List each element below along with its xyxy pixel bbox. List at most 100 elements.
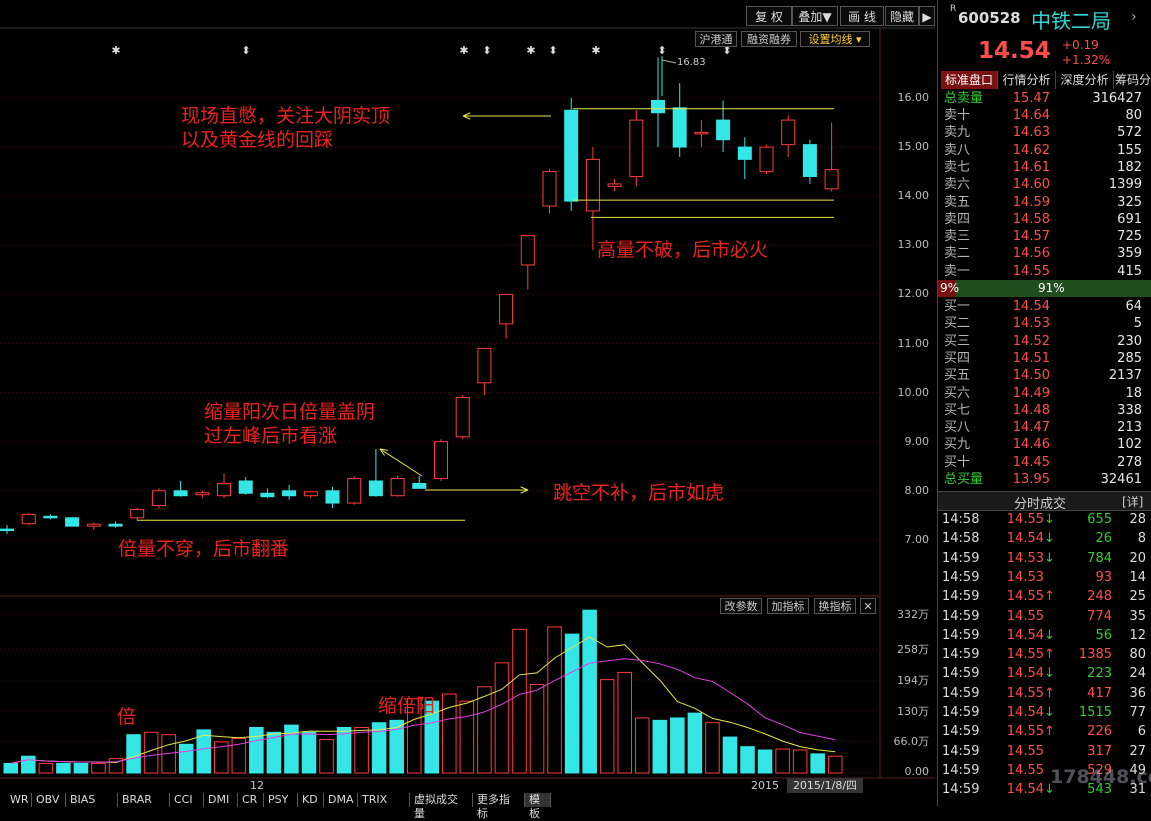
volume-bar[interactable] bbox=[740, 746, 755, 774]
candle-up[interactable] bbox=[607, 183, 622, 187]
candle-up[interactable] bbox=[477, 347, 492, 384]
indicator-tab-1[interactable]: OBV bbox=[32, 793, 66, 807]
volume-bar[interactable] bbox=[126, 734, 141, 774]
candle-up[interactable] bbox=[195, 492, 210, 496]
candle-up[interactable] bbox=[499, 293, 514, 325]
volume-bar[interactable] bbox=[652, 719, 668, 774]
volume-bar[interactable] bbox=[617, 671, 632, 774]
scroll-arrow-icon[interactable]: ▶ bbox=[919, 6, 935, 26]
tab-depth[interactable]: 深度分析 bbox=[1056, 71, 1114, 89]
volume-bar[interactable] bbox=[792, 749, 808, 774]
volume-bar[interactable] bbox=[547, 626, 562, 774]
candle-down[interactable] bbox=[0, 528, 14, 532]
volume-bar[interactable] bbox=[582, 609, 597, 774]
candle-up[interactable] bbox=[151, 490, 166, 507]
volume-bar[interactable] bbox=[477, 686, 492, 774]
tab-analysis[interactable]: 行情分析 bbox=[998, 71, 1056, 89]
candle-up[interactable] bbox=[781, 119, 796, 146]
volume-bar[interactable] bbox=[459, 700, 475, 774]
candle-up[interactable] bbox=[86, 523, 101, 527]
indicator-tab-8[interactable]: KD bbox=[298, 793, 324, 807]
candle-down[interactable] bbox=[325, 490, 340, 504]
tab-chips[interactable]: 筹码分 bbox=[1114, 71, 1151, 89]
candle-down[interactable] bbox=[716, 119, 731, 141]
candle-up[interactable] bbox=[585, 158, 600, 212]
restore-rights-button[interactable]: 复 权 bbox=[746, 6, 792, 26]
indicator-tab-5[interactable]: DMI bbox=[204, 793, 238, 807]
volume-bar[interactable] bbox=[178, 743, 194, 774]
candle-down[interactable] bbox=[260, 492, 275, 498]
volume-bar[interactable] bbox=[354, 727, 369, 774]
event-marker-icon[interactable]: ⬍ bbox=[548, 44, 557, 57]
indicator-tab-6[interactable]: CR bbox=[238, 793, 264, 807]
candle-up[interactable] bbox=[455, 397, 470, 438]
candle-up[interactable] bbox=[347, 478, 362, 504]
volume-bar[interactable] bbox=[529, 683, 545, 774]
candle-down[interactable] bbox=[368, 480, 383, 497]
event-marker-icon[interactable]: ✱ bbox=[111, 44, 120, 57]
volume-bar[interactable] bbox=[687, 712, 703, 774]
volume-bar[interactable] bbox=[38, 762, 54, 774]
switch-indicator-button[interactable]: 换指标 bbox=[814, 598, 856, 614]
volume-bar[interactable] bbox=[21, 755, 36, 774]
indicator-tab-10[interactable]: TRIX bbox=[358, 793, 410, 807]
volume-bar[interactable] bbox=[56, 762, 71, 774]
volume-bar[interactable] bbox=[564, 633, 580, 774]
candle-down[interactable] bbox=[651, 99, 665, 114]
volume-bar[interactable] bbox=[91, 762, 106, 774]
hide-button[interactable]: 隐藏 bbox=[885, 6, 919, 26]
candle-up[interactable] bbox=[434, 441, 448, 480]
candle-down[interactable] bbox=[65, 517, 80, 527]
volume-bar[interactable] bbox=[319, 738, 334, 774]
candle-up[interactable] bbox=[694, 131, 709, 135]
indicator-tab-13[interactable]: 模板 bbox=[525, 793, 551, 820]
margin-button[interactable]: 融资融券 bbox=[741, 31, 797, 47]
indicator-tab-12[interactable]: 更多指标 bbox=[473, 793, 525, 820]
volume-bar[interactable] bbox=[775, 748, 790, 774]
candle-down[interactable] bbox=[412, 482, 427, 489]
candle-down[interactable] bbox=[108, 523, 123, 527]
close-icon[interactable]: ✕ bbox=[860, 598, 876, 614]
indicator-tab-9[interactable]: DMA bbox=[324, 793, 358, 807]
candle-down[interactable] bbox=[43, 515, 58, 519]
candle-up[interactable] bbox=[130, 508, 145, 519]
candle-up[interactable] bbox=[542, 171, 557, 207]
event-marker-icon[interactable]: ✱ bbox=[591, 44, 600, 57]
volume-bar[interactable] bbox=[705, 722, 720, 774]
indicator-tab-4[interactable]: CCI bbox=[170, 793, 204, 807]
volume-bar[interactable] bbox=[494, 662, 510, 774]
indicator-tab-7[interactable]: PSY bbox=[264, 793, 298, 807]
volume-bar[interactable] bbox=[301, 731, 317, 774]
volume-bar[interactable] bbox=[757, 749, 773, 774]
add-indicator-button[interactable]: 加指标 bbox=[767, 598, 809, 614]
overlay-button[interactable]: 叠加▼ bbox=[792, 6, 838, 26]
candle-down[interactable] bbox=[282, 490, 297, 497]
volume-bar[interactable] bbox=[810, 753, 825, 774]
volume-bar[interactable] bbox=[635, 717, 650, 774]
candle-down[interactable] bbox=[737, 146, 752, 160]
indicator-tab-3[interactable]: BRAR bbox=[118, 793, 170, 807]
event-marker-icon[interactable]: ⬍ bbox=[482, 44, 491, 57]
candle-up[interactable] bbox=[824, 169, 839, 190]
candle-up[interactable] bbox=[390, 478, 405, 497]
volume-bar[interactable] bbox=[670, 717, 685, 774]
event-marker-icon[interactable]: ⬍ bbox=[657, 44, 666, 57]
candle-up[interactable] bbox=[629, 119, 644, 178]
chevron-right-icon[interactable]: › bbox=[1131, 9, 1137, 25]
candle-down[interactable] bbox=[238, 480, 253, 494]
candle-down[interactable] bbox=[564, 109, 579, 202]
draw-line-button[interactable]: 画 线 bbox=[840, 6, 884, 26]
indicator-tab-0[interactable]: WR bbox=[6, 793, 32, 807]
volume-bar[interactable] bbox=[722, 736, 738, 774]
ma-settings-button[interactable]: 设置均线 ▾ bbox=[800, 31, 870, 47]
candle-down[interactable] bbox=[802, 144, 817, 178]
event-marker-icon[interactable]: ✱ bbox=[459, 44, 468, 57]
volume-bar[interactable] bbox=[512, 628, 527, 774]
volume-bar[interactable] bbox=[827, 755, 843, 774]
candle-down[interactable] bbox=[672, 107, 687, 148]
tab-standard[interactable]: 标准盘口 bbox=[941, 71, 998, 89]
trades-detail-link[interactable]: [详] bbox=[1122, 493, 1143, 510]
change-params-button[interactable]: 改参数 bbox=[720, 598, 762, 614]
volume-bar[interactable] bbox=[3, 762, 19, 774]
event-marker-icon[interactable]: ✱ bbox=[526, 44, 535, 57]
